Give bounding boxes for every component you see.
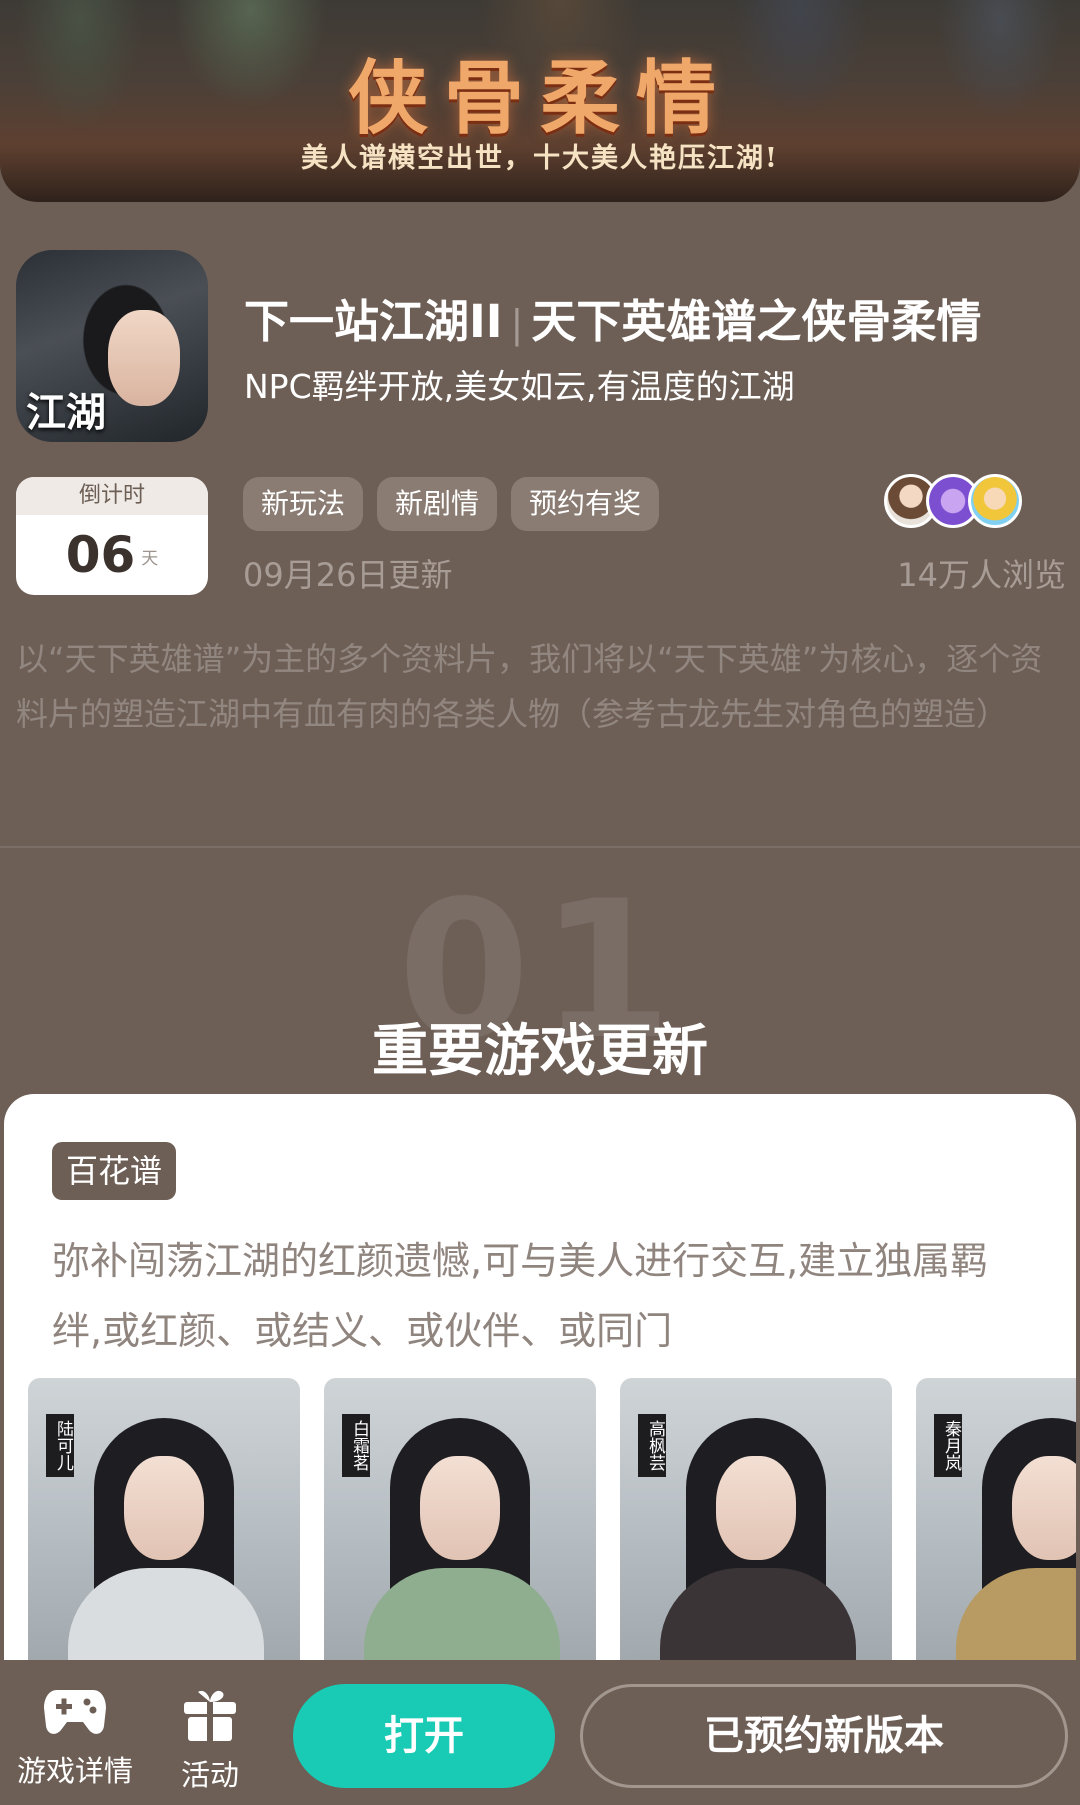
game-title-expansion: 天下英雄谱之侠骨柔情 <box>531 295 982 348</box>
portrait-card[interactable]: 高枫芸 <box>620 1378 892 1678</box>
countdown-value-row: 06 天 <box>16 515 208 595</box>
tag-new-story: 新剧情 <box>377 477 498 531</box>
game-icon: 江湖 <box>16 250 208 442</box>
game-icon-logo: 江湖 <box>26 389 106 436</box>
portrait-face <box>1012 1456 1076 1560</box>
portrait-card[interactable]: 陆可儿 <box>28 1378 300 1678</box>
section-divider <box>0 846 1080 848</box>
activity-button[interactable]: 活动 <box>170 1686 250 1794</box>
banner-title: 侠骨柔情 <box>348 51 732 145</box>
tag-new-gameplay: 新玩法 <box>243 477 364 531</box>
portrait-face <box>420 1456 500 1560</box>
gamepad-icon <box>44 1690 106 1734</box>
portrait-list[interactable]: 陆可儿 白霜茗 高枫芸 秦月岚 <box>28 1378 1076 1678</box>
activity-label: 活动 <box>180 1758 239 1792</box>
promo-banner[interactable]: 侠骨柔情 美人谱横空出世，十大美人艳压江湖! <box>0 0 1080 202</box>
portrait-face <box>124 1456 204 1560</box>
reserved-version-button[interactable]: 已预约新版本 <box>580 1684 1068 1788</box>
update-date: 09月26日更新 <box>243 556 453 594</box>
portrait-face <box>716 1456 796 1560</box>
countdown-label: 倒计时 <box>16 477 208 515</box>
game-title: 下一站江湖II | 天下英雄谱之侠骨柔情 <box>244 285 981 350</box>
game-description: 以“天下英雄谱”为主的多个资料片，我们将以“天下英雄”为核心，逐个资料片的塑造江… <box>16 640 1043 733</box>
portrait-name: 秦月岚 <box>934 1414 962 1477</box>
portrait-name: 白霜茗 <box>342 1414 370 1477</box>
game-details-button[interactable]: 游戏详情 <box>14 1686 136 1790</box>
open-button[interactable]: 打开 <box>293 1684 555 1788</box>
countdown-value: 06 <box>65 526 136 584</box>
banner-subtitle: 美人谱横空出世，十大美人艳压江湖! <box>301 143 779 174</box>
countdown-unit: 天 <box>141 548 159 569</box>
view-count: 14万人浏览 <box>897 556 1066 594</box>
gift-icon <box>184 1690 236 1741</box>
tag-reservation-reward: 预约有奖 <box>511 477 660 531</box>
card-description: 弥补闯荡江湖的红颜遗憾,可与美人进行交互,建立独属羁绊,或红颜、或结义、或伙伴、… <box>52 1239 989 1353</box>
avatar <box>968 474 1022 528</box>
card-tag: 百花谱 <box>52 1142 177 1200</box>
section-title: 重要游戏更新 <box>372 1019 708 1084</box>
bottom-action-bar: 游戏详情 活动 打开 已预约新版本 <box>0 1660 1080 1805</box>
viewer-avatars <box>884 474 1024 532</box>
portrait-card[interactable]: 秦月岚 <box>916 1378 1076 1678</box>
game-details-label: 游戏详情 <box>16 1754 133 1788</box>
feature-tags: 新玩法 新剧情 预约有奖 <box>243 477 660 531</box>
countdown-card: 倒计时 06 天 <box>16 477 208 595</box>
game-subtitle: NPC羁绊开放,美女如云,有温度的江湖 <box>244 367 795 406</box>
game-title-main: 下一站江湖II <box>244 295 503 348</box>
title-separator: | <box>510 302 524 346</box>
icon-art-face <box>108 310 180 406</box>
portrait-name: 陆可儿 <box>46 1414 74 1477</box>
portrait-card[interactable]: 白霜茗 <box>324 1378 596 1678</box>
portrait-name: 高枫芸 <box>638 1414 666 1477</box>
